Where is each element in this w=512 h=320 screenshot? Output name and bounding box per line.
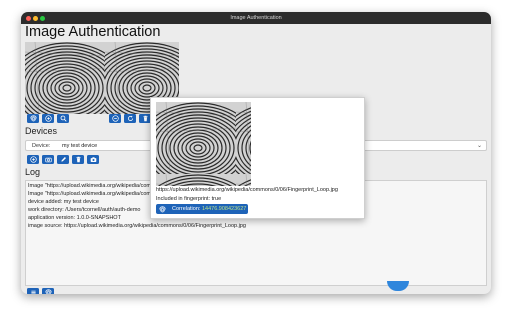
refresh-button[interactable] xyxy=(124,114,136,123)
search-button[interactable] xyxy=(57,114,69,123)
trash-icon xyxy=(75,156,82,163)
add-circle-icon xyxy=(45,115,52,122)
log-heading: Log xyxy=(25,167,41,177)
correlation-button[interactable]: Correlation: 14476.908423627 xyxy=(156,204,248,214)
fingerprint-icon xyxy=(45,289,52,294)
popup-included-status: Included in fingerprint: true xyxy=(156,196,222,202)
delete-device-button[interactable] xyxy=(72,155,84,164)
camera-icon xyxy=(45,156,52,163)
search-icon xyxy=(60,115,67,122)
popup-image-url: https://upload.wikimedia.org/wikipedia/c… xyxy=(156,187,338,193)
log-list-button[interactable] xyxy=(27,288,39,294)
correlation-text: Correlation: 14476.908423627 xyxy=(172,206,246,212)
log-line: image source: https://upload.wikimedia.o… xyxy=(28,223,246,229)
log-line: device added: my test device xyxy=(28,199,99,205)
title-bar: Image Authentication xyxy=(21,12,491,24)
add-circle-icon xyxy=(30,156,37,163)
camera-switch-icon xyxy=(90,156,97,163)
pencil-icon xyxy=(60,156,67,163)
page-title: Image Authentication xyxy=(25,24,161,40)
log-fingerprint-button[interactable] xyxy=(42,288,54,294)
edit-device-button[interactable] xyxy=(57,155,69,164)
remove-circle-icon xyxy=(112,115,119,122)
window-title: Image Authentication xyxy=(230,15,282,21)
device-label: Device: xyxy=(32,143,51,149)
correlation-label: Correlation: xyxy=(172,206,201,212)
list-icon xyxy=(30,289,37,294)
trash-icon xyxy=(142,115,149,122)
minimize-window-button[interactable] xyxy=(33,15,38,21)
add-image-button[interactable] xyxy=(42,114,54,123)
remove-image-button[interactable] xyxy=(109,114,121,123)
refresh-icon xyxy=(127,115,134,122)
fingerprint-button[interactable] xyxy=(27,114,39,123)
devices-heading: Devices xyxy=(25,126,58,136)
close-window-button[interactable] xyxy=(26,15,31,21)
image-detail-popup: https://upload.wikimedia.org/wikipedia/c… xyxy=(150,97,365,219)
fingerprint-icon xyxy=(30,115,37,122)
add-device-button[interactable] xyxy=(27,155,39,164)
log-line: work directory: /Users/tcornell/auth/aut… xyxy=(28,207,141,213)
popup-fingerprint-image xyxy=(156,102,251,186)
maximize-window-button[interactable] xyxy=(40,15,45,21)
correlation-value: 14476.908423627 xyxy=(201,206,247,212)
log-line: application version: 1.0.0-SNAPSHOT xyxy=(28,215,121,221)
fingerprint-icon xyxy=(159,206,166,213)
fingerprint-image-1[interactable] xyxy=(25,42,105,114)
chevron-down-icon: ⌄ xyxy=(476,143,482,149)
capture-button[interactable] xyxy=(87,155,99,164)
device-value: my test device xyxy=(62,143,98,149)
camera-button[interactable] xyxy=(42,155,54,164)
